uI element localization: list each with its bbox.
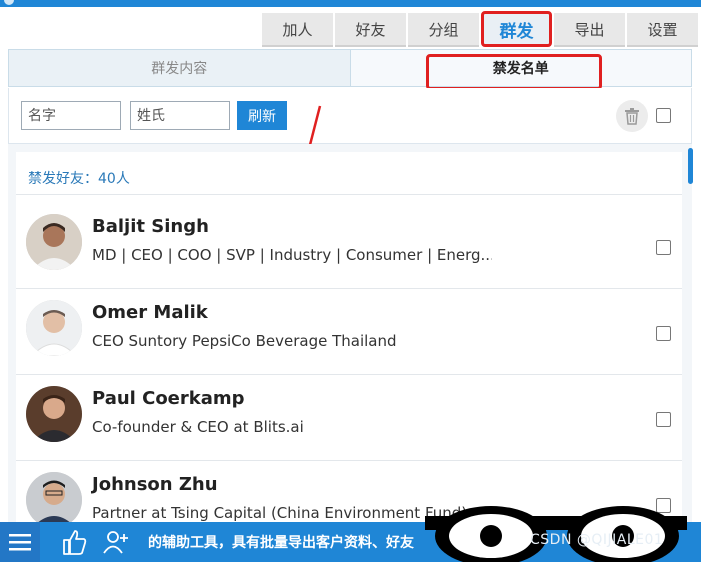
last-name-input[interactable]: [130, 101, 230, 130]
divider: [16, 194, 682, 195]
first-name-input[interactable]: [21, 101, 121, 130]
contact-name: Omer Malik: [92, 302, 208, 323]
tab-bulk-send[interactable]: 群发: [481, 11, 552, 47]
row-checkbox[interactable]: [656, 240, 671, 255]
sub-tab-bar: 群发内容 禁发名单: [8, 49, 692, 90]
contact-name: Baljit Singh: [92, 216, 209, 237]
tab-settings[interactable]: 设置: [627, 13, 698, 47]
app-icon: [4, 0, 14, 5]
tab-groups[interactable]: 分组: [408, 13, 479, 47]
row-checkbox[interactable]: [656, 412, 671, 427]
subtab-send-content[interactable]: 群发内容: [9, 50, 350, 86]
contact-name: Paul Coerkamp: [92, 388, 245, 409]
row-checkbox[interactable]: [656, 326, 671, 341]
list-item[interactable]: Omer Malik CEO Suntory PepsiCo Beverage …: [16, 288, 682, 374]
avatar: [26, 472, 82, 524]
tab-friends[interactable]: 好友: [335, 13, 406, 47]
glasses-sticker-icon: [425, 506, 687, 562]
filter-toolbar: 刷新: [8, 88, 692, 144]
subtab-blocklist-label: 禁发名单: [492, 61, 549, 77]
refresh-button[interactable]: 刷新: [237, 101, 287, 130]
contact-headline: CEO Suntory PepsiCo Beverage Thailand: [92, 332, 397, 350]
list-panel: 禁发好友：40人 Baljit Singh MD | CEO | COO | S…: [8, 144, 692, 524]
blocked-count: 禁发好友：40人: [28, 171, 130, 187]
menu-icon[interactable]: [0, 522, 40, 562]
scrolling-notice: 的辅助工具，具有批量导出客户资料、好友: [148, 535, 414, 551]
blocked-friends-list: 禁发好友：40人 Baljit Singh MD | CEO | COO | S…: [16, 152, 682, 524]
trash-icon[interactable]: [616, 100, 648, 132]
select-all-checkbox[interactable]: [656, 108, 671, 123]
list-item[interactable]: Paul Coerkamp Co-founder & CEO at Blits.…: [16, 374, 682, 460]
watermark: CSDN @QIJIALE01: [530, 532, 664, 548]
avatar: [26, 386, 82, 442]
avatar: [26, 214, 82, 270]
contact-headline: Partner at Tsing Capital (China Environm…: [92, 504, 468, 522]
list-item[interactable]: Baljit Singh MD | CEO | COO | SVP | Indu…: [16, 202, 682, 288]
contact-headline: Co-founder & CEO at Blits.ai: [92, 418, 304, 436]
contact-headline: MD | CEO | COO | SVP | Industry | Consum…: [92, 246, 492, 264]
window-titlebar: [0, 0, 701, 7]
scrollbar[interactable]: [688, 148, 693, 184]
subtab-blocklist[interactable]: 禁发名单: [349, 50, 691, 90]
top-tab-bar: 加人 好友 分组 群发 导出 设置: [262, 11, 698, 47]
tab-add-people[interactable]: 加人: [262, 13, 333, 47]
contact-name: Johnson Zhu: [92, 474, 218, 495]
add-user-icon[interactable]: [102, 528, 130, 556]
tab-export[interactable]: 导出: [554, 13, 625, 47]
avatar: [26, 300, 82, 356]
thumbs-up-icon[interactable]: [60, 528, 88, 556]
